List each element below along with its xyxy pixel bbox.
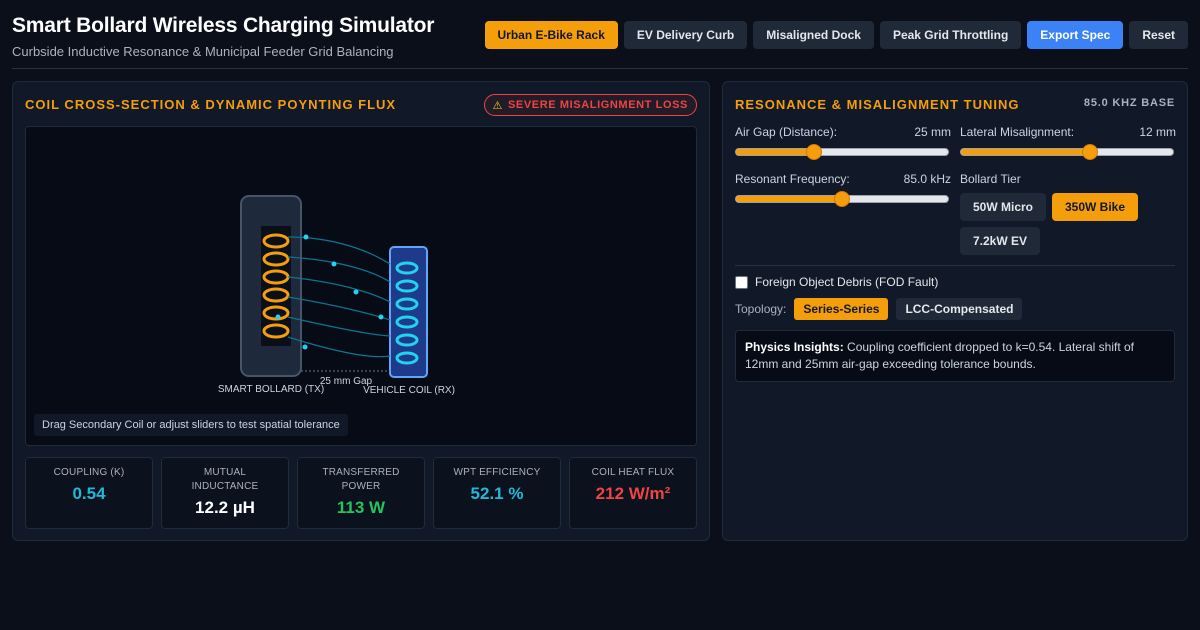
fod-label: Foreign Object Debris (FOD Fault) [755, 275, 939, 289]
tuning-panel-title: RESONANCE & MISALIGNMENT TUNING [735, 97, 1020, 112]
lateral-value: 12 mm [1139, 125, 1176, 139]
viz-hint: Drag Secondary Coil or adjust sliders to… [34, 414, 348, 436]
metric-value: 52.1 % [470, 484, 524, 503]
preset-misaligned-dock-button[interactable]: Misaligned Dock [753, 21, 874, 49]
topology-label: Topology: [735, 302, 787, 316]
metric-label: COIL HEAT FLUX [591, 467, 675, 478]
metric-coupling: COUPLING (K) 0.54 [25, 457, 153, 529]
preset-urban-ebike-button[interactable]: Urban E-Bike Rack [484, 21, 618, 49]
topology-lcc-button[interactable]: LCC-Compensated [896, 298, 1023, 320]
fod-checkbox-row[interactable]: Foreign Object Debris (FOD Fault) [735, 275, 938, 289]
metric-value: 12.2 µH [195, 498, 255, 517]
metric-mutual-inductance: MUTUAL INDUCTANCE 12.2 µH [161, 457, 289, 529]
app-header: Smart Bollard Wireless Charging Simulato… [12, 14, 1188, 69]
tier-7kw-button[interactable]: 7.2kW EV [960, 227, 1041, 255]
tier-50w-button[interactable]: 50W Micro [960, 193, 1047, 221]
metric-label: TRANSFERRED POWER [322, 467, 400, 492]
topology-row: Topology: Series-Series LCC-Compensated [735, 298, 1023, 320]
air-gap-slider-thumb[interactable] [806, 144, 823, 160]
preset-ev-delivery-button[interactable]: EV Delivery Curb [623, 21, 748, 49]
coil-panel-title: COIL CROSS-SECTION & DYNAMIC POYNTING FL… [25, 97, 397, 112]
tier-label: Bollard Tier [960, 172, 1021, 186]
air-gap-slider-fill [736, 149, 815, 155]
lateral-label: Lateral Misalignment: [960, 125, 1075, 139]
preset-toolbar: Urban E-Bike Rack EV Delivery Curb Misal… [484, 21, 1188, 49]
rx-label: VEHICLE COIL (RX) [363, 385, 455, 396]
lateral-slider[interactable] [960, 144, 1174, 160]
section-divider [735, 265, 1175, 266]
base-frequency-label: 85.0 KHZ BASE [1083, 97, 1175, 109]
tuning-panel: RESONANCE & MISALIGNMENT TUNING 85.0 KHZ… [722, 81, 1188, 541]
air-gap-slider[interactable] [735, 144, 949, 160]
frequency-slider[interactable] [735, 191, 949, 207]
metrics-row: COUPLING (K) 0.54 MUTUAL INDUCTANCE 12.2… [25, 457, 697, 529]
fod-checkbox[interactable] [735, 275, 748, 289]
tier-350w-button[interactable]: 350W Bike [1052, 193, 1139, 221]
coil-diagram: SMART BOLLARD (TX) 25 mm Gap VEHICLE COI… [218, 195, 455, 396]
metric-label: MUTUAL INDUCTANCE [191, 467, 259, 492]
misalignment-warning-badge: ⚠ SEVERE MISALIGNMENT LOSS [483, 94, 697, 116]
metric-label: COUPLING (K) [53, 467, 125, 478]
metric-value: 113 W [336, 498, 386, 517]
flux-lines [287, 236, 391, 358]
metric-coil-heat-flux: COIL HEAT FLUX 212 W/m² [569, 457, 697, 529]
frequency-value: 85.0 kHz [903, 172, 951, 186]
warning-text: SEVERE MISALIGNMENT LOSS [507, 99, 688, 111]
frequency-slider-fill [736, 196, 842, 202]
air-gap-value: 25 mm [914, 125, 951, 139]
frequency-label: Resonant Frequency: [735, 172, 850, 186]
frequency-slider-thumb[interactable] [834, 191, 850, 207]
preset-peak-grid-button[interactable]: Peak Grid Throttling [879, 21, 1022, 49]
metric-label: WPT EFFICIENCY [453, 467, 541, 478]
lateral-slider-thumb[interactable] [1082, 144, 1099, 160]
insight-heading: Physics Insights: [745, 340, 848, 354]
lateral-slider-fill [961, 149, 1091, 155]
physics-insight-box: Physics Insights: Coupling coefficient d… [735, 330, 1175, 382]
coil-flux-panel: COIL CROSS-SECTION & DYNAMIC POYNTING FL… [12, 81, 710, 541]
tx-label: SMART BOLLARD (TX) [218, 384, 324, 395]
reset-button[interactable]: Reset [1129, 21, 1188, 49]
metric-transferred-power: TRANSFERRED POWER 113 W [297, 457, 425, 529]
coil-visualization[interactable]: SMART BOLLARD (TX) 25 mm Gap VEHICLE COI… [25, 126, 697, 446]
metric-wpt-efficiency: WPT EFFICIENCY 52.1 % [433, 457, 561, 529]
export-spec-button[interactable]: Export Spec [1027, 21, 1124, 49]
topology-series-button[interactable]: Series-Series [794, 298, 889, 320]
air-gap-label: Air Gap (Distance): [735, 125, 838, 139]
metric-value: 0.54 [72, 484, 106, 503]
metric-value: 212 W/m² [595, 484, 671, 503]
warning-icon: ⚠ [492, 99, 503, 112]
